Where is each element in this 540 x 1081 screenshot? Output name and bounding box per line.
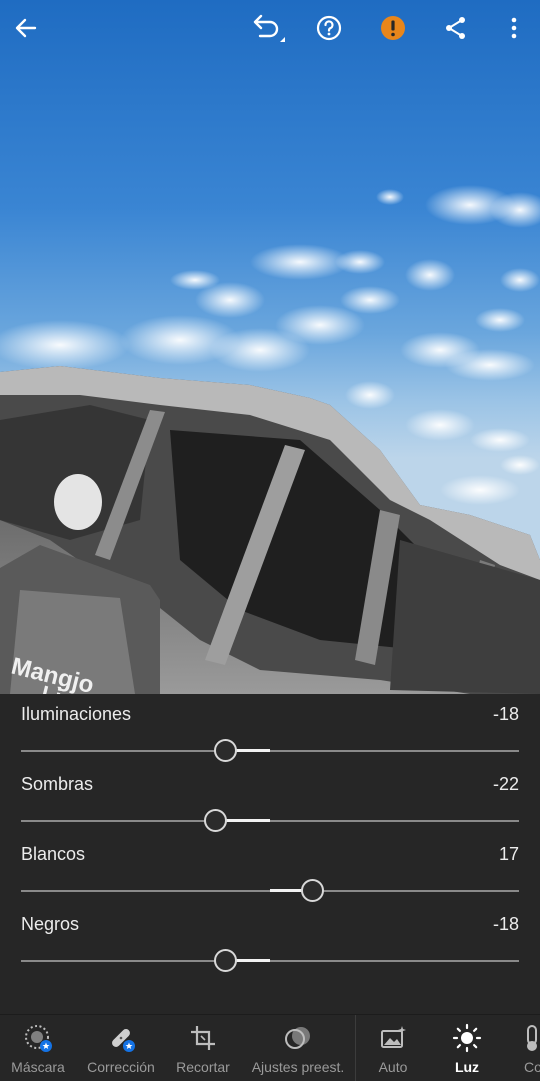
help-circle-icon bbox=[316, 15, 342, 41]
presets-icon bbox=[285, 1027, 310, 1049]
warning-icon bbox=[381, 16, 405, 40]
healing-bandage-icon bbox=[112, 1029, 135, 1052]
help-button[interactable] bbox=[309, 8, 349, 48]
highlights-adjustment: Iluminaciones -18 bbox=[0, 704, 540, 774]
tool-healing[interactable]: Corrección bbox=[82, 1015, 160, 1081]
slider-track[interactable] bbox=[21, 820, 519, 822]
color-thermometer-icon bbox=[527, 1025, 537, 1051]
arrow-left-icon bbox=[15, 18, 37, 38]
tool-light[interactable]: Luz bbox=[438, 1015, 496, 1081]
back-button[interactable] bbox=[6, 8, 46, 48]
tool-label: Co bbox=[524, 1059, 540, 1075]
light-adjustments-panel: Iluminaciones -18 Sombras -22 Blancos 17… bbox=[0, 694, 540, 1014]
bottom-toolbar: Máscara Corrección Recortar Ajustes pree… bbox=[0, 1014, 540, 1081]
tool-presets[interactable]: Ajustes preest. bbox=[246, 1015, 350, 1081]
adjustment-label: Blancos bbox=[21, 844, 86, 864]
slider-thumb[interactable] bbox=[203, 809, 227, 832]
undo-button[interactable] bbox=[246, 8, 286, 48]
shadows-adjustment: Sombras -22 bbox=[0, 774, 540, 844]
tool-label: Máscara bbox=[11, 1059, 65, 1075]
slider-thumb[interactable] bbox=[213, 739, 237, 762]
tool-label: Ajustes preest. bbox=[251, 1059, 345, 1075]
slider-thumb[interactable] bbox=[213, 949, 237, 972]
sun-icon bbox=[452, 1023, 482, 1053]
slider-track[interactable] bbox=[21, 960, 519, 962]
more-vertical-icon bbox=[511, 17, 517, 39]
adjustment-label: Negros bbox=[21, 914, 80, 934]
blacks-adjustment: Negros -18 bbox=[0, 914, 540, 984]
photo-canvas[interactable]: Mangjo Liso bbox=[0, 0, 540, 694]
tool-label: Recortar bbox=[176, 1059, 230, 1075]
share-icon bbox=[446, 17, 465, 39]
tool-color[interactable]: Co bbox=[512, 1015, 540, 1081]
adjustment-label: Iluminaciones bbox=[21, 704, 132, 724]
warning-button[interactable] bbox=[373, 8, 413, 48]
share-button[interactable] bbox=[436, 8, 476, 48]
tool-label: Luz bbox=[454, 1059, 480, 1075]
photo-image: Mangjo Liso bbox=[0, 185, 540, 694]
tool-mask[interactable]: Máscara bbox=[0, 1015, 76, 1081]
tool-crop[interactable]: Recortar bbox=[168, 1015, 238, 1081]
slider-track[interactable] bbox=[21, 750, 519, 752]
adjustment-value[interactable]: -22 bbox=[493, 774, 519, 795]
tool-label: Auto bbox=[378, 1059, 408, 1075]
adjustment-value[interactable]: 17 bbox=[499, 844, 519, 865]
crop-icon bbox=[191, 1026, 215, 1050]
adjustment-value[interactable]: -18 bbox=[493, 914, 519, 935]
more-button[interactable] bbox=[494, 8, 534, 48]
slider-thumb[interactable] bbox=[300, 879, 324, 902]
tool-auto[interactable]: Auto bbox=[364, 1015, 422, 1081]
adjustment-label: Sombras bbox=[21, 774, 94, 794]
top-toolbar bbox=[0, 0, 540, 56]
adjustment-value[interactable]: -18 bbox=[493, 704, 519, 725]
mask-icon bbox=[25, 1025, 52, 1052]
whites-adjustment: Blancos 17 bbox=[0, 844, 540, 914]
tool-label: Corrección bbox=[87, 1059, 155, 1075]
toolbar-divider bbox=[355, 1015, 356, 1081]
auto-icon bbox=[381, 1026, 406, 1048]
undo-icon bbox=[253, 14, 285, 42]
